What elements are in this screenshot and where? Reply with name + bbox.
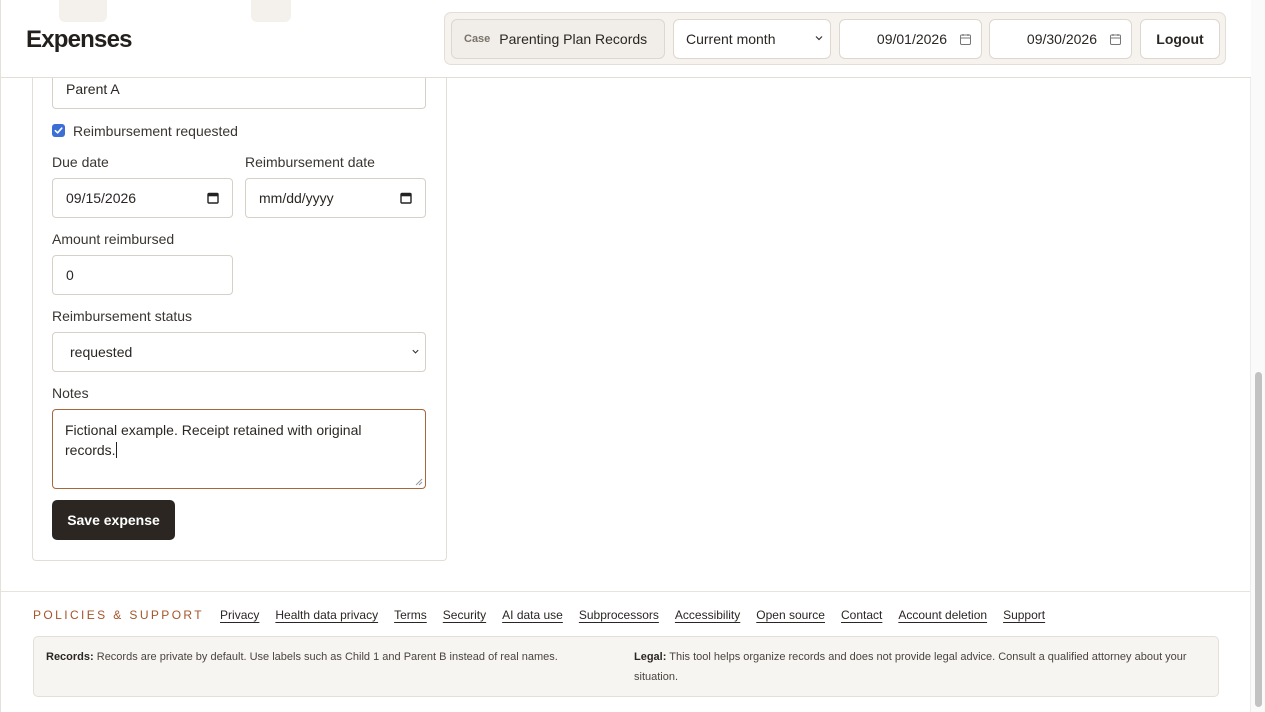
due-date-label: Due date [52, 154, 109, 170]
check-icon [54, 127, 63, 134]
header: Expenses Case Parenting Plan Records Cur… [1, 0, 1251, 78]
footer-notice: Records: Records are private by default.… [33, 636, 1219, 697]
reimbursement-date-placeholder: mm/dd/yyyy [259, 190, 334, 206]
date-from-value: 09/01/2026 [876, 31, 947, 47]
calendar-icon[interactable] [959, 33, 972, 46]
chevron-down-icon [815, 36, 823, 41]
footer-link-account-deletion[interactable]: Account deletion [898, 608, 987, 622]
period-value: Current month [686, 31, 776, 47]
logout-button[interactable]: Logout [1140, 19, 1220, 59]
footer-link-security[interactable]: Security [443, 608, 486, 622]
records-notice-label: Records: [46, 651, 94, 663]
text-caret [115, 442, 117, 458]
amount-reimbursed-label: Amount reimbursed [52, 231, 175, 247]
notes-label: Notes [52, 385, 89, 401]
scrollbar-thumb[interactable] [1255, 372, 1262, 707]
footer: POLICIES & SUPPORT Privacy Health data p… [1, 591, 1251, 712]
case-value: Parenting Plan Records [499, 31, 648, 47]
legal-notice-text: This tool helps organize records and doe… [634, 651, 1187, 683]
records-notice-text: Records are private by default. Use labe… [96, 651, 558, 663]
date-to-input[interactable]: 09/30/2026 [989, 19, 1132, 59]
footer-link-terms[interactable]: Terms [394, 608, 427, 622]
notes-textarea[interactable]: Fictional example. Receipt retained with… [52, 409, 426, 489]
date-from-input[interactable]: 09/01/2026 [839, 19, 982, 59]
amount-reimbursed-input[interactable]: 0 [52, 255, 233, 295]
footer-links: POLICIES & SUPPORT Privacy Health data p… [33, 608, 1061, 622]
page-title: Expenses [26, 26, 132, 53]
footer-link-open-source[interactable]: Open source [756, 608, 825, 622]
footer-link-ai-data-use[interactable]: AI data use [502, 608, 563, 622]
due-date-input[interactable]: 09/15/2026 [52, 178, 233, 218]
resize-handle-icon[interactable] [415, 478, 423, 486]
footer-link-health-data-privacy[interactable]: Health data privacy [275, 608, 378, 622]
reimbursement-requested-checkbox[interactable] [52, 124, 65, 137]
period-select[interactable]: Current month [673, 19, 831, 59]
scrolled-content-hint [251, 0, 291, 22]
calendar-icon[interactable] [400, 192, 412, 204]
save-expense-button[interactable]: Save expense [52, 500, 175, 540]
case-selector[interactable]: Case Parenting Plan Records [451, 19, 665, 59]
footer-link-support[interactable]: Support [1003, 608, 1045, 622]
reimbursement-date-input[interactable]: mm/dd/yyyy [245, 178, 426, 218]
footer-link-subprocessors[interactable]: Subprocessors [579, 608, 659, 622]
amount-reimbursed-value: 0 [66, 267, 74, 283]
calendar-icon[interactable] [1109, 33, 1122, 46]
header-controls: Case Parenting Plan Records Current mont… [444, 12, 1226, 65]
footer-link-accessibility[interactable]: Accessibility [675, 608, 740, 622]
due-date-value: 09/15/2026 [66, 190, 137, 206]
reimbursement-status-select[interactable]: requested [52, 332, 426, 372]
scrolled-content-hint [59, 0, 107, 22]
reimbursement-status-label: Reimbursement status [52, 308, 193, 324]
calendar-icon[interactable] [207, 192, 219, 204]
case-label: Case [464, 33, 491, 45]
records-notice: Records: Records are private by default.… [46, 647, 606, 667]
chevron-down-icon [412, 349, 419, 354]
reimbursement-requested-label[interactable]: Reimbursement requested [73, 123, 238, 139]
footer-link-contact[interactable]: Contact [841, 608, 882, 622]
footer-heading: POLICIES & SUPPORT [33, 608, 205, 622]
legal-notice: Legal: This tool helps organize records … [634, 647, 1210, 687]
payer-value: Parent A [66, 81, 120, 97]
notes-value: Fictional example. Receipt retained with… [65, 422, 362, 458]
date-to-value: 09/30/2026 [1026, 31, 1097, 47]
page: Parent A Reimbursement requested Due dat… [0, 0, 1251, 712]
footer-link-privacy[interactable]: Privacy [220, 608, 259, 622]
reimbursement-status-value: requested [70, 344, 133, 360]
legal-notice-label: Legal: [634, 651, 667, 663]
scrollbar[interactable] [1250, 0, 1265, 712]
reimbursement-date-label: Reimbursement date [245, 154, 375, 170]
